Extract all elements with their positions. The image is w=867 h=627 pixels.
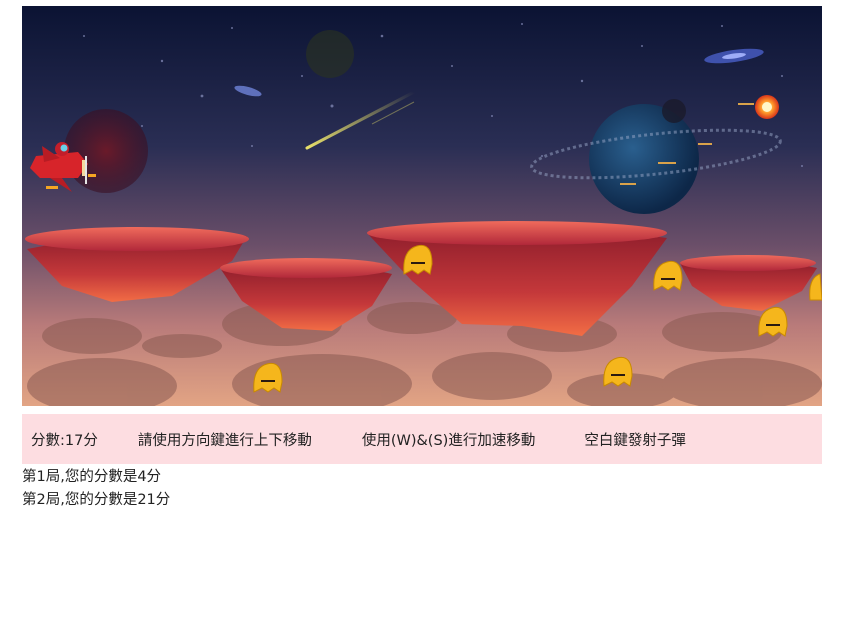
status-bar: 分數:17分 請使用方向鍵進行上下移動 使用(W)&(S)進行加速移動 空白鍵發…	[22, 414, 822, 464]
game-canvas[interactable]	[22, 6, 822, 406]
fireball-icon	[755, 95, 779, 119]
score-label: 分數:17分	[31, 432, 98, 449]
move-instruction: 請使用方向鍵進行上下移動	[137, 432, 312, 449]
fire-instruction: 空白鍵發射子彈	[584, 432, 686, 449]
score-history: 第1局,您的分數是4分 第2局,您的分數是21分	[22, 466, 170, 512]
speed-instruction: 使用(W)&(S)進行加速移動	[361, 432, 536, 449]
distant-planet	[306, 30, 354, 78]
history-entry: 第2局,您的分數是21分	[22, 492, 171, 508]
red-planet	[64, 109, 148, 193]
history-entry: 第1局,您的分數是4分	[22, 469, 162, 485]
